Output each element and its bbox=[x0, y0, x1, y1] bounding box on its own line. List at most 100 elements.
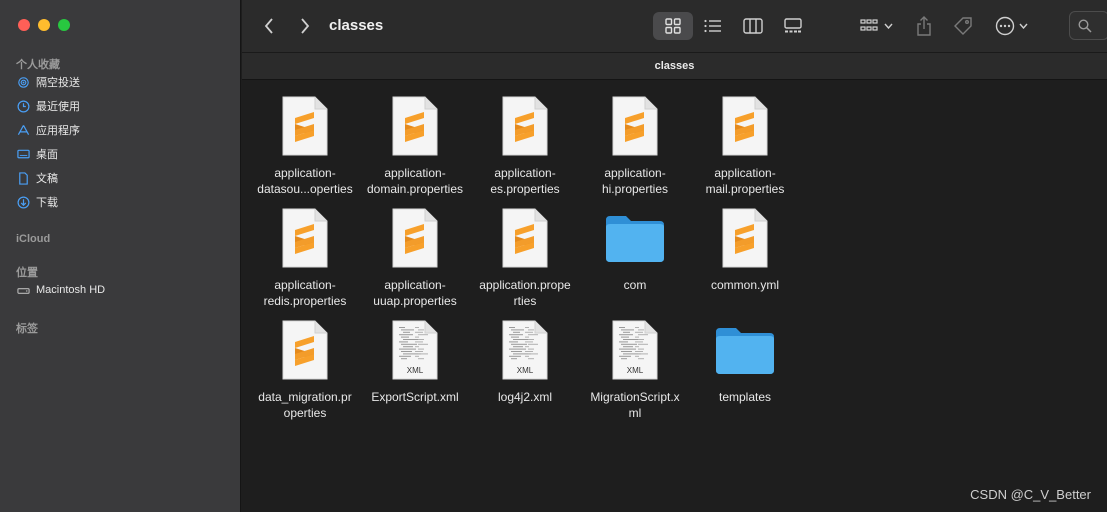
file-item[interactable]: XML MigrationScript.x ml bbox=[580, 317, 690, 429]
file-name-label: ExportScript.xml bbox=[371, 390, 459, 404]
locations-header: 位置 bbox=[16, 267, 38, 279]
file-item[interactable]: application- uuap.properties bbox=[360, 205, 470, 317]
file-item[interactable]: application- domain.properties bbox=[360, 93, 470, 205]
folder-item[interactable]: templates bbox=[690, 317, 800, 429]
file-name-label: data_migration.pr operties bbox=[258, 390, 352, 420]
xml-file-icon: XML bbox=[392, 320, 438, 380]
share-button[interactable] bbox=[912, 12, 936, 40]
apps-icon bbox=[17, 124, 30, 135]
columns-icon bbox=[743, 18, 763, 34]
column-view-button[interactable] bbox=[733, 12, 773, 40]
sidebar-item-label: 桌面 bbox=[36, 149, 58, 161]
sublime-text-file-icon bbox=[502, 208, 548, 268]
file-item[interactable]: XML log4j2.xml bbox=[470, 317, 580, 429]
forward-button[interactable] bbox=[294, 14, 316, 38]
disk-icon bbox=[17, 287, 30, 294]
file-name-label: com bbox=[623, 278, 647, 292]
xml-badge: XML bbox=[407, 366, 424, 375]
gallery-view-button[interactable] bbox=[773, 12, 813, 40]
xml-file-icon: XML bbox=[502, 320, 548, 380]
download-icon bbox=[17, 196, 30, 208]
close-window-button[interactable] bbox=[18, 19, 30, 31]
more-actions-button[interactable] bbox=[990, 12, 1032, 40]
xml-badge: XML bbox=[517, 366, 534, 375]
icon-view-button[interactable] bbox=[653, 12, 693, 40]
sidebar-item-label: 下载 bbox=[36, 197, 58, 209]
group-by-button[interactable] bbox=[856, 14, 896, 38]
search-field[interactable] bbox=[1069, 11, 1107, 40]
file-name-label: common.yml bbox=[710, 278, 779, 292]
sidebar-item-clock[interactable]: 最近使用 bbox=[17, 97, 80, 115]
file-thumbnail bbox=[493, 93, 557, 159]
folder-item[interactable]: com bbox=[580, 205, 690, 317]
icloud-header: iCloud bbox=[16, 233, 51, 245]
zoom-window-button[interactable] bbox=[58, 19, 70, 31]
file-name-label: log4j2.xml bbox=[497, 390, 553, 404]
back-button[interactable] bbox=[258, 14, 280, 38]
sublime-text-file-icon bbox=[722, 208, 768, 268]
minimize-window-button[interactable] bbox=[38, 19, 50, 31]
sublime-text-file-icon bbox=[502, 96, 548, 156]
sidebar-item-airdrop[interactable]: 隔空投送 bbox=[17, 73, 80, 91]
file-thumbnail bbox=[383, 93, 447, 159]
sidebar-item-download[interactable]: 下载 bbox=[17, 193, 58, 211]
file-name-label: templates bbox=[718, 390, 772, 404]
sidebar: 个人收藏 隔空投送最近使用应用程序桌面文稿下载 iCloud 位置 Macint… bbox=[0, 0, 241, 512]
file-item[interactable]: application- es.properties bbox=[470, 93, 580, 205]
window-title: classes bbox=[329, 17, 384, 34]
file-thumbnail bbox=[493, 205, 557, 271]
sublime-text-file-icon bbox=[282, 208, 328, 268]
file-item[interactable]: common.yml bbox=[690, 205, 800, 317]
toolbar: classes bbox=[242, 0, 1107, 52]
sidebar-item-label: 隔空投送 bbox=[36, 77, 80, 89]
file-item[interactable]: application- datasou...operties bbox=[250, 93, 360, 205]
grid-icon bbox=[665, 18, 681, 34]
sidebar-item-label: 应用程序 bbox=[36, 125, 80, 137]
sidebar-item-document[interactable]: 文稿 bbox=[17, 169, 58, 187]
chevron-down-icon bbox=[1018, 23, 1028, 29]
tag-icon bbox=[954, 17, 972, 35]
sidebar-item-label: Macintosh HD bbox=[36, 284, 106, 296]
watermark: CSDN @C_V_Better bbox=[970, 487, 1091, 502]
file-thumbnail: XML bbox=[383, 317, 447, 383]
file-item[interactable]: application- hi.properties bbox=[580, 93, 690, 205]
file-item[interactable]: application- mail.properties bbox=[690, 93, 800, 205]
chevron-down-icon bbox=[883, 23, 893, 29]
xml-file-icon: XML bbox=[612, 320, 658, 380]
file-thumbnail bbox=[383, 205, 447, 271]
file-item[interactable]: XML ExportScript.xml bbox=[360, 317, 470, 429]
file-thumbnail: XML bbox=[603, 317, 667, 383]
sublime-text-file-icon bbox=[282, 320, 328, 380]
sublime-text-file-icon bbox=[392, 96, 438, 156]
tags-header: 标签 bbox=[16, 323, 38, 335]
file-thumbnail bbox=[273, 205, 337, 271]
xml-badge: XML bbox=[627, 366, 644, 375]
file-item[interactable]: application- redis.properties bbox=[250, 205, 360, 317]
search-icon bbox=[1078, 18, 1092, 33]
chevron-right-icon bbox=[301, 18, 310, 34]
file-name-label: application.prope rties bbox=[479, 278, 571, 308]
sublime-text-file-icon bbox=[722, 96, 768, 156]
sidebar-item-macintosh-hd[interactable]: Macintosh HD bbox=[17, 281, 105, 299]
folder-icon bbox=[606, 216, 664, 262]
sublime-text-file-icon bbox=[282, 96, 328, 156]
file-item[interactable]: data_migration.pr operties bbox=[250, 317, 360, 429]
tag-button[interactable] bbox=[950, 12, 976, 40]
view-mode-switcher bbox=[653, 12, 813, 40]
desktop-icon bbox=[17, 149, 30, 158]
airdrop-icon bbox=[18, 76, 29, 88]
file-name-label: application- hi.properties bbox=[601, 166, 669, 196]
folder-icon bbox=[716, 328, 774, 374]
file-thumbnail bbox=[273, 317, 337, 383]
file-item[interactable]: application.prope rties bbox=[470, 205, 580, 317]
gallery-icon bbox=[784, 18, 802, 33]
sidebar-item-apps[interactable]: 应用程序 bbox=[17, 121, 80, 139]
clock-icon bbox=[17, 100, 30, 112]
file-name-label: application- uuap.properties bbox=[373, 278, 457, 308]
list-view-button[interactable] bbox=[693, 12, 733, 40]
sidebar-item-desktop[interactable]: 桌面 bbox=[17, 145, 58, 163]
sidebar-item-label: 最近使用 bbox=[36, 101, 80, 113]
favorites-header: 个人收藏 bbox=[16, 59, 60, 71]
file-thumbnail bbox=[713, 93, 777, 159]
sidebar-item-label: 文稿 bbox=[36, 173, 58, 185]
